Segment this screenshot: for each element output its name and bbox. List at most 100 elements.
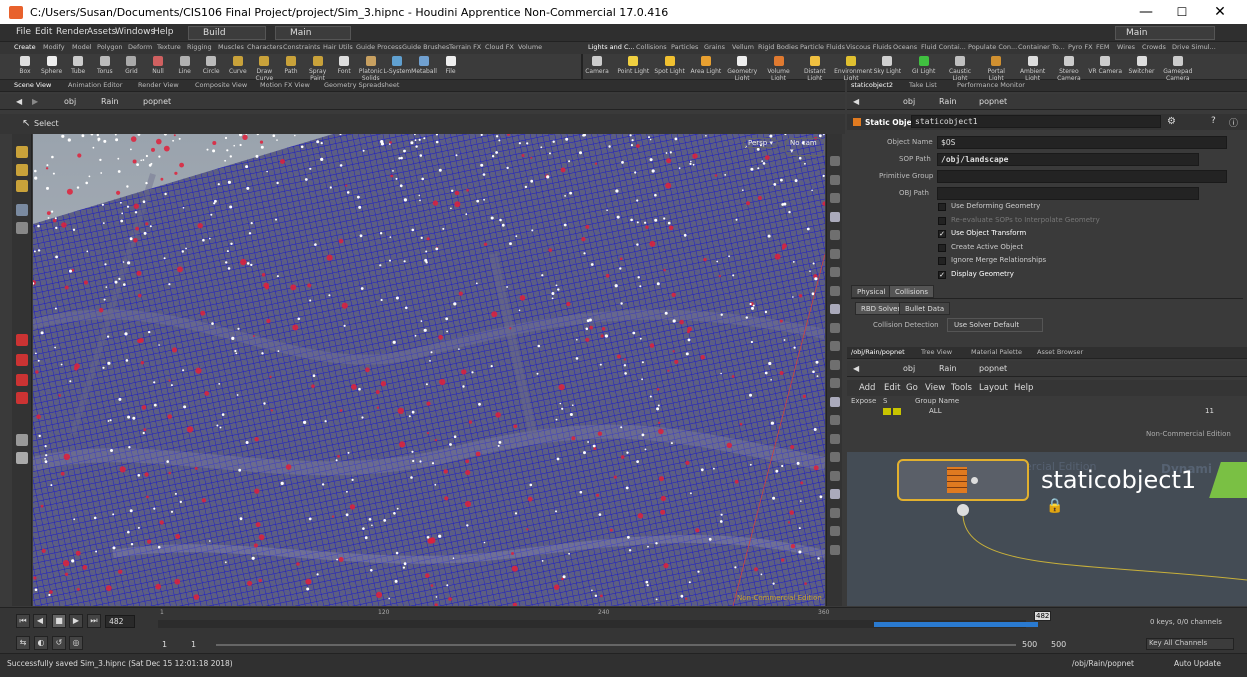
sync-button[interactable]: ◎ <box>69 636 83 650</box>
help-icon[interactable]: ? <box>1211 116 1216 126</box>
shelf-tab-characters[interactable]: Characters <box>247 43 282 53</box>
close-button[interactable]: ✕ <box>1212 4 1228 20</box>
tool-caustic-light[interactable]: Caustic Light <box>943 56 977 82</box>
network-view[interactable]: ercial Edition Dynami staticobject1 🔒 <box>847 452 1247 606</box>
end-frame[interactable]: 500 <box>1022 640 1037 649</box>
viewer-option-icon[interactable] <box>830 489 840 499</box>
magnet-icon[interactable] <box>16 334 28 346</box>
checkbox-display-geometry[interactable]: ✓ <box>938 271 946 279</box>
node-name-field[interactable]: staticobject1 <box>911 115 1161 128</box>
path-rain[interactable]: Rain <box>101 97 119 106</box>
viewer-option-icon[interactable] <box>830 396 840 407</box>
viewer-option-icon[interactable] <box>830 433 840 444</box>
minimize-button[interactable]: — <box>1138 4 1154 20</box>
tool-file[interactable]: File <box>434 56 468 75</box>
camera-icon[interactable] <box>16 434 28 446</box>
color-swatch[interactable] <box>893 408 901 415</box>
key-all-channels-button[interactable]: Key All Channels <box>1146 638 1234 650</box>
viewer-option-icon[interactable] <box>830 526 840 536</box>
primitive-group-field[interactable] <box>937 170 1227 183</box>
params-path-rain[interactable]: Rain <box>939 97 957 106</box>
viewer-option-icon[interactable] <box>830 359 840 370</box>
shelf-tab-hair-utils[interactable]: Hair Utils <box>323 43 353 53</box>
shelf-tab-texture[interactable]: Texture <box>157 43 181 53</box>
start-frame-2[interactable]: 1 <box>191 640 196 649</box>
viewer-option-icon[interactable] <box>830 230 840 240</box>
shelf-tab-volume[interactable]: Volume <box>518 43 542 53</box>
menu-file[interactable]: File <box>16 27 31 37</box>
viewer-option-icon[interactable] <box>830 507 840 518</box>
network-menu-help[interactable]: Help <box>1014 383 1033 393</box>
tool-volume-light[interactable]: Volume Light <box>762 56 796 82</box>
shelf-tab-wires[interactable]: Wires <box>1117 43 1135 53</box>
shelf-tab-oceans[interactable]: Oceans <box>893 43 917 53</box>
tab-popnet-path[interactable]: /obj/Rain/popnet <box>851 348 905 356</box>
shelf-tab-vellum[interactable]: Vellum <box>732 43 754 53</box>
tab-bullet-data[interactable]: Bullet Data <box>899 302 951 315</box>
path-obj[interactable]: obj <box>64 97 76 106</box>
loop-mode-button[interactable]: ⇆ <box>16 636 30 650</box>
shelf-tab-drive-simul[interactable]: Drive Simul... <box>1172 43 1216 53</box>
viewer-option-icon[interactable] <box>830 322 840 333</box>
viewer-option-icon[interactable] <box>830 193 840 203</box>
network-path-obj[interactable]: obj <box>903 364 915 373</box>
viewer-option-icon[interactable] <box>830 285 840 296</box>
persp-menu[interactable]: Persp ▾ <box>743 138 778 148</box>
network-menu-tools[interactable]: Tools <box>951 383 972 393</box>
maximize-button[interactable]: ☐ <box>1174 4 1190 20</box>
shelf-tab-rigging[interactable]: Rigging <box>187 43 212 53</box>
network-menu-layout[interactable]: Layout <box>979 383 1008 393</box>
tab-animation-editor[interactable]: Animation Editor <box>68 81 122 89</box>
timeline-track[interactable] <box>158 620 1038 628</box>
network-menu-go[interactable]: Go <box>906 383 918 393</box>
tool-gi-light[interactable]: GI Light <box>907 56 941 75</box>
shelf-tab-muscles[interactable]: Muscles <box>218 43 244 53</box>
object-name-field[interactable]: $OS <box>937 136 1227 149</box>
gear-icon[interactable]: ⚙ <box>1167 116 1176 127</box>
viewer-option-icon[interactable] <box>830 156 840 166</box>
checkbox-re-evaluate-sops-to-interpolate-geometry[interactable] <box>938 216 946 225</box>
jump-end-button[interactable]: ⏭ <box>87 614 101 628</box>
viewer-option-icon[interactable] <box>830 544 840 555</box>
tab-physical[interactable]: Physical <box>851 285 892 298</box>
tab-composite-view[interactable]: Composite View <box>195 81 247 89</box>
tab-scene-view[interactable]: Scene View <box>14 81 51 89</box>
viewer-option-icon[interactable] <box>830 452 840 462</box>
shelf-tab-guide-brushes[interactable]: Guide Brushes <box>402 43 449 53</box>
shelf-tab-viscous-fluids[interactable]: Viscous Fluids <box>846 43 892 53</box>
stop-button[interactable]: ■ <box>52 614 66 628</box>
viewer-option-icon[interactable] <box>830 174 840 185</box>
tool-sky-light[interactable]: Sky Light <box>870 56 904 75</box>
checkbox-use-deforming-geometry[interactable] <box>938 203 946 211</box>
params-back-icon[interactable]: ◀ <box>853 97 859 106</box>
select-arrow-icon[interactable]: ↖ <box>22 118 30 129</box>
auto-update-button[interactable]: Auto Update <box>1174 659 1221 668</box>
viewer-option-icon[interactable] <box>830 378 840 388</box>
tool-environment-light[interactable]: Environment Light <box>834 56 872 82</box>
network-menu-view[interactable]: View <box>925 383 945 393</box>
tab-material-palette[interactable]: Material Palette <box>971 348 1022 356</box>
tool-gamepad-camera[interactable]: Gamepad Camera <box>1161 56 1195 82</box>
audio-button[interactable]: ◐ <box>34 636 48 650</box>
tool-ambient-light[interactable]: Ambient Light <box>1016 56 1050 82</box>
menu-help[interactable]: Help <box>153 27 174 37</box>
viewer-option-icon[interactable] <box>830 341 840 351</box>
menu-windows[interactable]: Windows <box>115 27 155 37</box>
shelf-tab-model[interactable]: Model <box>72 43 92 53</box>
info-icon[interactable]: ⓘ <box>1229 116 1238 129</box>
camera-menu[interactable]: No cam ▾ <box>785 138 825 156</box>
tool-stereo-camera[interactable]: Stereo Camera <box>1052 56 1086 82</box>
shelf-tab-container-to[interactable]: Container To... <box>1018 43 1065 53</box>
desktop-main-dropdown[interactable]: Main <box>275 26 351 40</box>
desktop-build-dropdown[interactable]: Build <box>188 26 266 40</box>
group-row[interactable]: ALL 11 <box>849 407 1241 417</box>
path-popnet[interactable]: popnet <box>143 97 171 106</box>
shelf-tab-terrain-fx[interactable]: Terrain FX <box>449 43 481 53</box>
snap-point-icon[interactable] <box>16 392 28 404</box>
pose-tool-icon[interactable] <box>16 180 28 192</box>
viewer-option-icon[interactable] <box>830 304 840 314</box>
realtime-button[interactable]: ↺ <box>52 636 66 650</box>
jump-start-button[interactable]: ⏮ <box>16 614 30 628</box>
shelf-tab-modify[interactable]: Modify <box>43 43 65 53</box>
tab-collisions[interactable]: Collisions <box>889 285 934 298</box>
